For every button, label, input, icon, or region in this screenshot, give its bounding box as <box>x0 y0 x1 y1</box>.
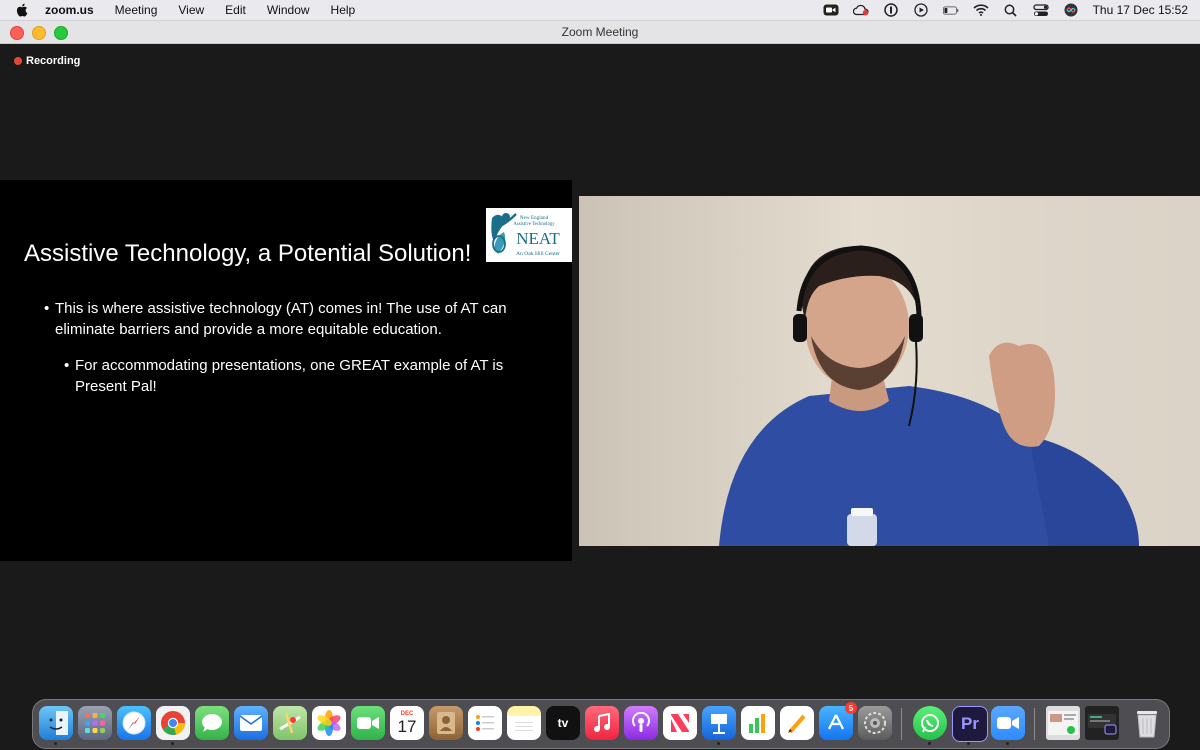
messages-icon[interactable] <box>195 706 229 740</box>
recording-dot-icon <box>14 57 22 65</box>
meeting-area: Recording Assistive Technology, a Potent… <box>0 44 1200 696</box>
status-area: Thu 17 Dec 15:52 <box>823 0 1188 20</box>
fullscreen-window-button[interactable] <box>54 26 68 40</box>
safari-icon[interactable] <box>117 706 151 740</box>
bullet-icon: • <box>64 357 70 374</box>
window-title-bar: Zoom Meeting <box>0 21 1200 44</box>
chrome-icon[interactable] <box>156 706 190 740</box>
finder-icon[interactable] <box>39 706 73 740</box>
app-store-icon[interactable]: 5 <box>819 702 857 740</box>
premiere-label: Pr <box>961 714 979 733</box>
apple-menu-icon[interactable] <box>15 3 29 17</box>
wifi-icon[interactable] <box>973 3 989 17</box>
creative-cloud-icon[interactable] <box>852 3 869 17</box>
maps-icon[interactable] <box>273 706 307 740</box>
slide-sub-bullet-text: For accommodating presentations, one GRE… <box>75 357 504 395</box>
apple-tv-icon[interactable]: tv <box>546 706 580 740</box>
dock-separator <box>901 708 902 740</box>
facetime-icon[interactable] <box>351 706 385 740</box>
menu-clock[interactable]: Thu 17 Dec 15:52 <box>1093 3 1188 17</box>
menu-view[interactable]: View <box>178 3 204 17</box>
notes-icon[interactable] <box>507 706 541 740</box>
menu-bar: zoom.us Meeting View Edit Window Help Th… <box>0 0 1200 21</box>
menu-help[interactable]: Help <box>331 3 356 17</box>
app-store-badge: 5 <box>845 702 857 714</box>
logo-name: NEAT <box>516 229 560 248</box>
mail-icon[interactable] <box>234 706 268 740</box>
slide-title: Assistive Technology, a Potential Soluti… <box>24 240 472 267</box>
slide-bullet-text: This is where assistive technology (AT) … <box>55 300 507 338</box>
pages-icon[interactable] <box>780 706 814 740</box>
zoom-status-icon[interactable] <box>823 3 839 17</box>
spotlight-search-icon[interactable] <box>1003 3 1019 17</box>
neat-logo: New England Assistive Technology NEAT An… <box>486 208 572 262</box>
password-manager-icon[interactable] <box>883 3 899 17</box>
menu-meeting[interactable]: Meeting <box>115 3 158 17</box>
minimize-window-button[interactable] <box>32 26 46 40</box>
window-title: Zoom Meeting <box>561 25 639 39</box>
music-icon[interactable] <box>585 706 619 740</box>
window-controls <box>10 26 68 40</box>
menu-window[interactable]: Window <box>267 3 310 17</box>
logo-line2: Assistive Technology <box>513 222 555 227</box>
zoom-icon[interactable] <box>991 706 1025 740</box>
recording-indicator[interactable]: Recording <box>14 55 80 67</box>
keynote-icon[interactable] <box>702 706 736 740</box>
slide-sub-bullet: • For accommodating presentations, one G… <box>64 355 524 397</box>
siri-icon[interactable] <box>1063 3 1079 17</box>
battery-icon[interactable] <box>942 3 959 17</box>
menu-app-name[interactable]: zoom.us <box>45 3 94 17</box>
close-window-button[interactable] <box>10 26 24 40</box>
dock-separator <box>1034 708 1035 740</box>
minimized-window-thumbnail[interactable] <box>1085 706 1119 740</box>
running-indicator <box>967 742 970 745</box>
trash-icon[interactable] <box>1130 706 1164 740</box>
podcasts-icon[interactable] <box>624 706 658 740</box>
reminders-icon[interactable] <box>468 706 502 740</box>
play-circle-icon[interactable] <box>913 3 929 17</box>
photos-icon[interactable] <box>312 706 346 740</box>
calendar-icon[interactable]: DEC 17 <box>390 706 424 740</box>
recording-label: Recording <box>26 55 81 67</box>
apple-tv-label: tv <box>557 716 569 730</box>
running-indicator <box>928 742 931 745</box>
system-preferences-icon[interactable] <box>858 706 892 740</box>
bullet-icon: • <box>44 300 50 317</box>
news-icon[interactable] <box>663 706 697 740</box>
logo-line1: New England <box>520 215 549 221</box>
control-center-icon[interactable] <box>1032 3 1049 17</box>
calendar-day: 17 <box>397 717 417 736</box>
whatsapp-icon[interactable] <box>913 706 947 740</box>
launchpad-icon[interactable] <box>78 706 112 740</box>
premiere-pro-icon[interactable]: Pr <box>952 706 988 742</box>
participant-video-image <box>579 196 1200 546</box>
participant-video[interactable] <box>579 196 1200 546</box>
menu-edit[interactable]: Edit <box>225 3 246 17</box>
shared-screen[interactable]: Assistive Technology, a Potential Soluti… <box>0 180 572 561</box>
numbers-icon[interactable] <box>741 706 775 740</box>
minimized-window-thumbnail[interactable] <box>1046 706 1080 740</box>
contacts-icon[interactable] <box>429 706 463 740</box>
running-indicator <box>717 742 720 745</box>
running-indicator <box>171 742 174 745</box>
running-indicator <box>1006 742 1009 745</box>
dock: DEC 17 tv 5 Pr <box>32 699 1170 749</box>
running-indicator <box>54 742 57 745</box>
slide-bullet: • This is where assistive technology (AT… <box>44 298 524 340</box>
logo-tagline: An Oak Hill Center <box>516 251 560 257</box>
